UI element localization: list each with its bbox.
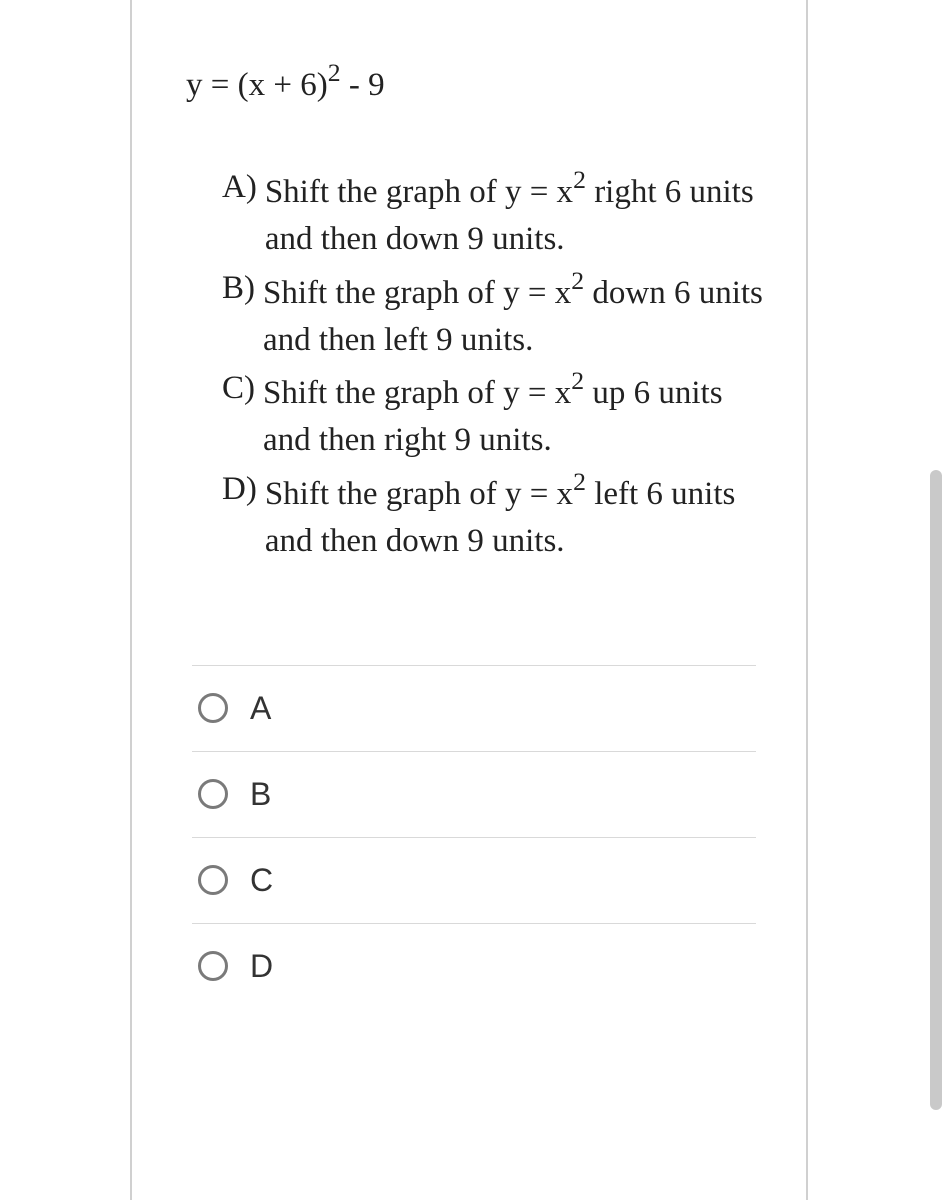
option-label: A [250,690,271,727]
radio-icon[interactable] [198,951,228,981]
equation-sup: 2 [328,58,341,87]
option-c[interactable]: C [192,837,756,923]
choice-d: D) Shift the graph of y = x2 left 6 unit… [222,466,766,565]
scrollbar-thumb[interactable] [930,470,942,1110]
question-panel: y = (x + 6)2 - 9 A) Shift the graph of y… [130,0,808,1200]
choice-c: C) Shift the graph of y = x2 up 6 units … [222,365,766,464]
choice-letter: C) [222,365,263,464]
choice-text: Shift the graph of y = x2 down 6 units a… [263,265,766,364]
option-label: D [250,948,273,985]
option-d[interactable]: D [192,923,756,1009]
option-label: B [250,776,271,813]
choice-letter: A) [222,164,265,263]
choice-text: Shift the graph of y = x2 right 6 units … [265,164,766,263]
option-label: C [250,862,273,899]
answer-options: A B C D [192,665,756,1009]
choice-text: Shift the graph of y = x2 left 6 units a… [265,466,766,565]
option-a[interactable]: A [192,665,756,751]
choice-text: Shift the graph of y = x2 up 6 units and… [263,365,766,464]
equation-pre: y = (x + 6) [186,67,328,103]
choice-a: A) Shift the graph of y = x2 right 6 uni… [222,164,766,263]
question-equation: y = (x + 6)2 - 9 [186,60,766,104]
choice-letter: B) [222,265,263,364]
radio-icon[interactable] [198,865,228,895]
choice-b: B) Shift the graph of y = x2 down 6 unit… [222,265,766,364]
radio-icon[interactable] [198,693,228,723]
choice-letter: D) [222,466,265,565]
option-b[interactable]: B [192,751,756,837]
answer-descriptions: A) Shift the graph of y = x2 right 6 uni… [222,164,766,565]
radio-icon[interactable] [198,779,228,809]
equation-post: - 9 [341,67,385,103]
